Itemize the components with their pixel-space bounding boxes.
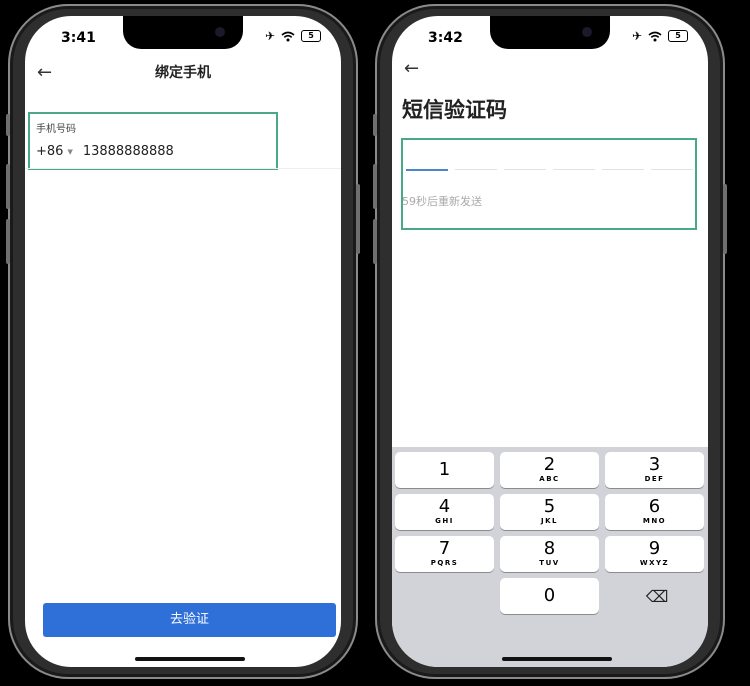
divider xyxy=(25,168,341,169)
key-digit: 0 xyxy=(543,585,556,606)
page-title: 短信验证码 xyxy=(402,98,507,122)
airplane-icon: ✈ xyxy=(264,29,275,43)
key-letters: MNO xyxy=(642,517,667,525)
key-digit: 3 xyxy=(648,454,661,475)
key-letters: TUV xyxy=(539,559,560,567)
volume-down-button xyxy=(6,219,10,264)
phone-frame-verify: 3:42 ✈ 5 ← 短信验证码 59秒后重新发送 1 2ABC 3DEF xyxy=(373,4,727,679)
code-slot[interactable] xyxy=(553,169,595,170)
key-0[interactable]: 0 xyxy=(500,578,599,614)
mute-switch xyxy=(373,114,377,136)
resend-countdown: 59秒后重新发送 xyxy=(402,195,482,208)
code-slot[interactable] xyxy=(602,169,644,170)
home-indicator[interactable] xyxy=(135,657,245,661)
back-arrow-icon[interactable]: ← xyxy=(404,58,419,79)
code-field-highlight xyxy=(401,138,697,230)
phone-number-input[interactable]: 13888888888 xyxy=(83,144,174,159)
status-icons: ✈ 5 xyxy=(632,29,688,43)
key-1[interactable]: 1 xyxy=(395,452,494,488)
camera-icon xyxy=(582,27,592,37)
key-digit: 6 xyxy=(648,496,661,517)
numeric-keypad: 1 2 ABC 3 DEF 4 GHI 5 JKL 6 MNO 7 PQRS 8 TUV 9W… xyxy=(392,447,708,667)
key-digit: 7 xyxy=(438,538,451,559)
country-code-select[interactable]: +86 xyxy=(36,144,63,159)
key-digit: 2 xyxy=(543,454,556,475)
status-icons: ✈ 5 xyxy=(265,29,321,43)
code-slot[interactable] xyxy=(455,169,497,170)
page-title: 绑定手机 xyxy=(155,65,211,81)
key-8[interactable]: 8 TUV xyxy=(500,536,599,572)
key-digit: 4 xyxy=(438,496,451,517)
camera-icon xyxy=(215,27,225,37)
key-letters: JKL xyxy=(541,517,558,525)
verify-button[interactable]: 去验证 xyxy=(43,603,336,637)
notch xyxy=(490,16,610,49)
status-time: 3:42 xyxy=(428,30,463,46)
key-4[interactable]: 4 GHI xyxy=(395,494,494,530)
phone-frame-bind: 3:41 ✈ 5 绑定手机 ← 手机号码 +86 ▼ 13888888888 去… xyxy=(6,4,360,679)
key-2[interactable]: 2 ABC xyxy=(500,452,599,488)
key-digit: 5 xyxy=(543,496,556,517)
volume-up-button xyxy=(6,164,10,209)
phone-field-label: 手机号码 xyxy=(36,124,76,135)
key-3[interactable]: 3 DEF xyxy=(605,452,704,488)
key-5[interactable]: 5 JKL xyxy=(500,494,599,530)
code-input[interactable] xyxy=(406,169,693,171)
power-button xyxy=(723,184,727,254)
bind-phone-screen: 3:41 ✈ 5 绑定手机 ← 手机号码 +86 ▼ 13888888888 去… xyxy=(25,16,341,667)
power-button xyxy=(356,184,360,254)
volume-down-button xyxy=(373,219,377,264)
key-letters: DEF xyxy=(644,475,665,483)
chevron-down-icon[interactable]: ▼ xyxy=(67,148,72,156)
wifi-icon xyxy=(648,31,662,41)
wifi-icon xyxy=(281,31,295,41)
status-time: 3:41 xyxy=(61,30,96,46)
backspace-icon[interactable]: ⌫ xyxy=(637,585,677,609)
battery-icon: 5 xyxy=(301,30,321,42)
key-letters: PQRS xyxy=(430,559,459,567)
sms-code-screen: 3:42 ✈ 5 ← 短信验证码 59秒后重新发送 1 2ABC 3DEF xyxy=(392,16,708,667)
key-letters: WXYZ xyxy=(639,559,670,567)
key-letters: GHI xyxy=(435,517,454,525)
code-slot[interactable] xyxy=(651,169,693,170)
home-indicator[interactable] xyxy=(502,657,612,661)
battery-icon: 5 xyxy=(668,30,688,42)
key-letters: ABC xyxy=(539,475,560,483)
code-slot[interactable] xyxy=(406,169,448,171)
code-slot[interactable] xyxy=(504,169,546,170)
mute-switch xyxy=(6,114,10,136)
key-7[interactable]: 7 PQRS xyxy=(395,536,494,572)
key-digit: 1 xyxy=(438,459,451,480)
airplane-icon: ✈ xyxy=(631,29,642,43)
back-arrow-icon[interactable]: ← xyxy=(37,62,52,83)
key-9[interactable]: 9 WXYZ xyxy=(605,536,704,572)
notch xyxy=(123,16,243,49)
key-6[interactable]: 6 MNO xyxy=(605,494,704,530)
key-digit: 9 xyxy=(648,538,661,559)
volume-up-button xyxy=(373,164,377,209)
phone-input-row[interactable]: +86 ▼ 13888888888 xyxy=(36,144,174,159)
key-digit: 8 xyxy=(543,538,556,559)
